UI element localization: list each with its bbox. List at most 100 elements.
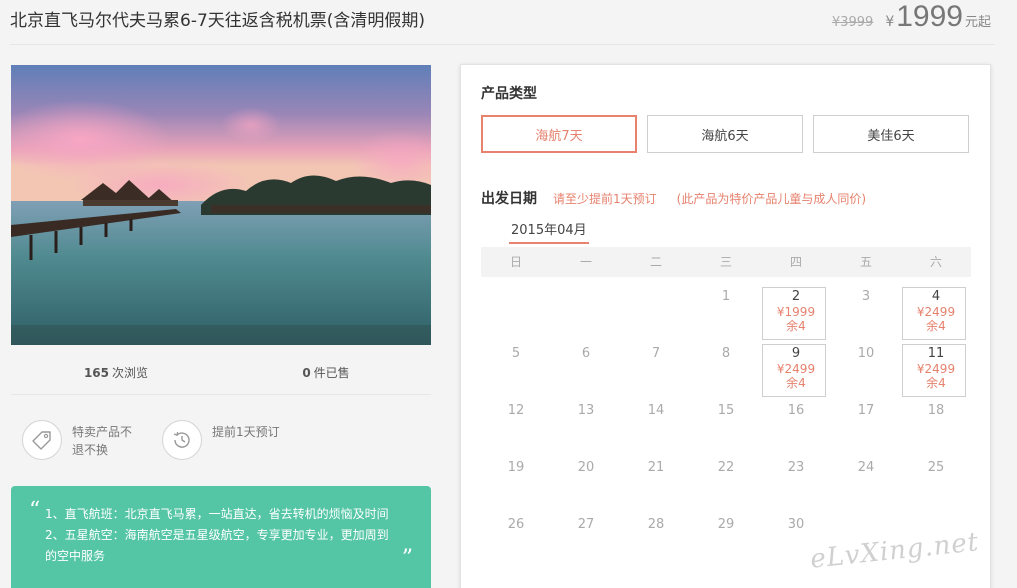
day-number: 10 xyxy=(857,346,875,361)
day-number: 19 xyxy=(507,460,525,475)
calendar-day: 17 xyxy=(831,399,901,456)
calendar-day: 5 xyxy=(481,342,551,399)
day-price: ¥2499 xyxy=(916,305,956,319)
calendar-day: 28 xyxy=(621,513,691,570)
day-number: 1 xyxy=(721,289,731,304)
type-option-meijia-6[interactable]: 美佳6天 xyxy=(813,115,969,153)
day-number: 8 xyxy=(721,346,731,361)
feature-book-ahead: 提前1天预订 xyxy=(162,420,302,460)
calendar-week-row: 19 20 21 22 23 24 25 xyxy=(481,456,971,513)
feature-no-refund: 特卖产品不退不换 xyxy=(22,420,162,460)
calendar-day: 23 xyxy=(761,456,831,513)
day-number: 13 xyxy=(577,403,595,418)
calendar-day-available[interactable]: 9 ¥2499 余4 xyxy=(761,342,831,399)
weekday-label: 二 xyxy=(649,255,662,269)
calendar-day: 22 xyxy=(691,456,761,513)
day-stock: 余4 xyxy=(926,319,946,333)
calendar-empty-cell xyxy=(481,285,551,342)
product-type-options: 海航7天 海航6天 美佳6天 xyxy=(481,115,979,153)
day-stock: 余4 xyxy=(786,319,806,333)
booking-panel: 产品类型 海航7天 海航6天 美佳6天 出发日期 请至少提前1天预订 (此产品为… xyxy=(460,64,991,588)
product-title: 北京直飞马尔代夫马累6-7天往返含税机票(含清明假期) xyxy=(10,11,426,31)
day-stock: 余4 xyxy=(786,376,806,390)
day-number: 4 xyxy=(931,289,941,304)
highlights-box: “ 1、直飞航班：北京直飞马累，一站直达，省去转机的烦恼及时间 2、五星航空：海… xyxy=(11,486,431,588)
calendar-day: 10 xyxy=(831,342,901,399)
sold-label: 件已售 xyxy=(313,366,350,380)
weekday-label: 五 xyxy=(859,255,872,269)
day-number: 15 xyxy=(717,403,735,418)
calendar-day: 29 xyxy=(691,513,761,570)
weekday-label: 四 xyxy=(789,255,802,269)
type-option-haihang-6[interactable]: 海航6天 xyxy=(647,115,803,153)
day-number: 23 xyxy=(787,460,805,475)
month-tab[interactable]: 2015年04月 xyxy=(509,219,589,244)
calendar-day: 14 xyxy=(621,399,691,456)
highlight-line: 1、直飞航班：北京直飞马累，一站直达，省去转机的烦恼及时间 xyxy=(45,507,389,521)
departure-header: 出发日期 请至少提前1天预订 (此产品为特价产品儿童与成人同价) xyxy=(481,188,866,208)
calendar-day-available[interactable]: 11 ¥2499 余4 xyxy=(901,342,971,399)
child-price-note: (此产品为特价产品儿童与成人同价) xyxy=(676,192,867,206)
calendar-day-available[interactable]: 4 ¥2499 余4 xyxy=(901,285,971,342)
calendar-day: 26 xyxy=(481,513,551,570)
calendar-week-row: 12 13 14 15 16 17 18 xyxy=(481,399,971,456)
day-number: 18 xyxy=(927,403,945,418)
day-price: ¥2499 xyxy=(776,362,816,376)
calendar-day: 24 xyxy=(831,456,901,513)
history-clock-icon xyxy=(162,420,202,460)
day-number: 2 xyxy=(791,289,801,304)
type-option-haihang-7[interactable]: 海航7天 xyxy=(481,115,637,153)
price-suffix: 元起 xyxy=(964,15,991,30)
original-price: ¥3999 xyxy=(831,15,874,30)
header-divider xyxy=(10,44,995,45)
tag-icon xyxy=(22,420,62,460)
feature-text: 特卖产品不退不换 xyxy=(72,425,133,457)
day-number: 21 xyxy=(647,460,665,475)
stats-divider xyxy=(11,394,431,395)
advance-booking-note: 请至少提前1天预订 xyxy=(553,192,657,206)
weekday-label: 六 xyxy=(929,255,942,269)
weekday-label: 一 xyxy=(579,255,592,269)
day-number: 20 xyxy=(577,460,595,475)
sale-price: 1999 xyxy=(896,0,963,33)
day-number: 30 xyxy=(787,517,805,532)
calendar-weekday-header: 日一二三四五六 xyxy=(481,247,971,277)
close-quote-icon: ” xyxy=(401,546,413,571)
day-number: 14 xyxy=(647,403,665,418)
product-type-title: 产品类型 xyxy=(481,86,537,102)
day-number: 3 xyxy=(861,289,871,304)
day-price: ¥2499 xyxy=(916,362,956,376)
calendar-week-row: 1 2 ¥1999 余4 3 4 ¥2499 余4 xyxy=(481,285,971,342)
price-block: ¥3999 ¥ 1999 元起 xyxy=(832,0,991,34)
day-number: 24 xyxy=(857,460,875,475)
day-number: 11 xyxy=(927,346,945,361)
calendar-day: 12 xyxy=(481,399,551,456)
feature-text: 提前1天预订 xyxy=(212,425,280,439)
day-number: 27 xyxy=(577,517,595,532)
views-stat: 165 次浏览 xyxy=(11,356,221,390)
day-number: 26 xyxy=(507,517,525,532)
day-number: 28 xyxy=(647,517,665,532)
calendar-day-available[interactable]: 2 ¥1999 余4 xyxy=(761,285,831,342)
calendar-day: 13 xyxy=(551,399,621,456)
day-number: 6 xyxy=(581,346,591,361)
calendar-day: 15 xyxy=(691,399,761,456)
calendar-day: 18 xyxy=(901,399,971,456)
day-number: 7 xyxy=(651,346,661,361)
departure-title: 出发日期 xyxy=(481,191,537,207)
calendar-day: 3 xyxy=(831,285,901,342)
open-quote-icon: “ xyxy=(29,498,41,523)
day-number: 12 xyxy=(507,403,525,418)
calendar-day: 6 xyxy=(551,342,621,399)
calendar-day: 27 xyxy=(551,513,621,570)
day-number: 5 xyxy=(511,346,521,361)
calendar-day: 8 xyxy=(691,342,761,399)
day-price: ¥1999 xyxy=(776,305,816,319)
sold-count: 0 xyxy=(302,366,311,380)
highlight-line: 的空中服务 xyxy=(45,549,106,563)
calendar-day: 20 xyxy=(551,456,621,513)
day-number: 9 xyxy=(791,346,801,361)
calendar-day: 1 xyxy=(691,285,761,342)
day-stock: 余4 xyxy=(926,376,946,390)
calendar-empty-cell xyxy=(551,285,621,342)
